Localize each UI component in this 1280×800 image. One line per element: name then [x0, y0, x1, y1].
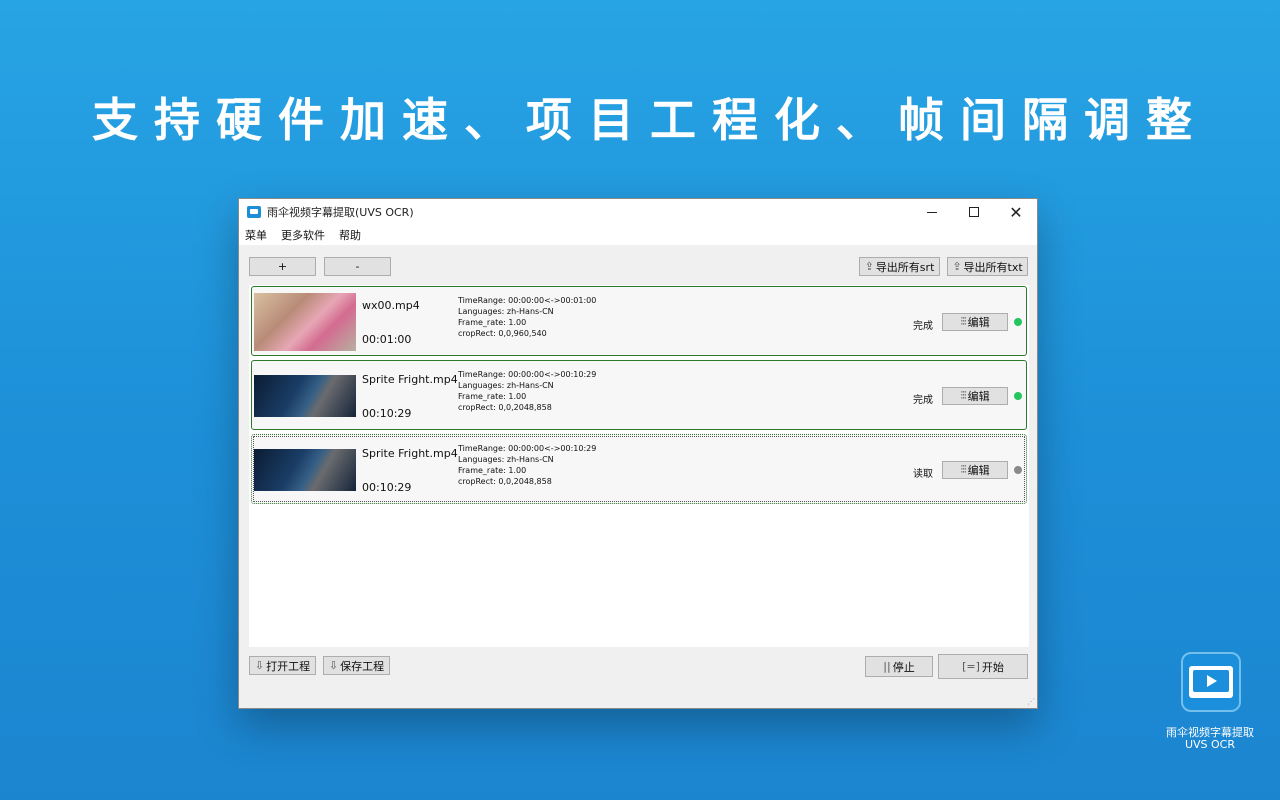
list-item[interactable]: Sprite Fright.mp4 00:10:29 TimeRange: 00…: [251, 360, 1027, 430]
window-controls: ✕: [911, 199, 1037, 225]
time-range: TimeRange: 00:00:00<->00:10:29: [458, 370, 597, 379]
languages: Languages: zh-Hans-CN: [458, 381, 554, 390]
maximize-button[interactable]: [953, 199, 995, 225]
duration: 00:10:29: [362, 481, 412, 494]
close-button[interactable]: ✕: [995, 199, 1037, 225]
list-item[interactable]: Sprite Fright.mp4 00:10:29 TimeRange: 00…: [251, 434, 1027, 504]
stop-button[interactable]: || 停止: [865, 656, 933, 677]
window-title: 雨伞视频字幕提取(UVS OCR): [267, 206, 414, 219]
export-srt-button[interactable]: ⇪ 导出所有srt: [859, 257, 940, 276]
video-meta: TimeRange: 00:00:00<->00:10:29 Languages…: [458, 443, 596, 487]
languages: Languages: zh-Hans-CN: [458, 307, 554, 316]
time-range: TimeRange: 00:00:00<->00:01:00: [458, 296, 597, 305]
frame-rate: Frame_rate: 1.00: [458, 466, 527, 475]
video-thumbnail: [254, 449, 356, 491]
headline: 支持硬件加速、项目工程化、帧间隔调整: [92, 93, 1208, 147]
time-range: TimeRange: 00:00:00<->00:10:29: [458, 444, 597, 453]
export-icon: ⇪: [952, 260, 962, 273]
menu-bar: 菜单 更多软件 帮助: [239, 225, 1037, 245]
brand-logo: [1181, 652, 1241, 712]
list-item[interactable]: wx00.mp4 00:01:00 TimeRange: 00:00:00<->…: [251, 286, 1027, 356]
add-button[interactable]: +: [249, 257, 316, 276]
app-window: 雨伞视频字幕提取(UVS OCR) ✕ 菜单 更多软件 帮助 + - ⇪ 导出所…: [238, 198, 1038, 709]
video-list: wx00.mp4 00:01:00 TimeRange: 00:00:00<->…: [249, 285, 1029, 647]
edit-button[interactable]: ⫶⫶⫶ 编辑: [942, 313, 1008, 331]
save-icon: ⇩: [328, 659, 339, 672]
toolbar: + - ⇪ 导出所有srt ⇪ 导出所有txt: [239, 245, 1037, 285]
title-bar[interactable]: 雨伞视频字幕提取(UVS OCR) ✕: [239, 199, 1037, 225]
menu-item-help[interactable]: 帮助: [339, 227, 361, 243]
open-folder-icon: ⇩: [254, 659, 265, 672]
menu-item-menu[interactable]: 菜单: [245, 227, 267, 243]
export-icon: ⇪: [864, 260, 874, 273]
video-meta: TimeRange: 00:00:00<->00:01:00 Languages…: [458, 295, 596, 339]
duration: 00:01:00: [362, 333, 412, 346]
pause-icon: ||: [883, 660, 891, 673]
status-text: 读取: [913, 469, 933, 480]
edit-button[interactable]: ⫶⫶⫶ 编辑: [942, 461, 1008, 479]
file-name: wx00.mp4: [362, 299, 420, 312]
remove-button[interactable]: -: [324, 257, 391, 276]
status-text: 完成: [913, 395, 933, 406]
play-screen-icon: [1189, 666, 1233, 698]
frame-rate: Frame_rate: 1.00: [458, 392, 527, 401]
video-thumbnail: [254, 375, 356, 417]
file-name: Sprite Fright.mp4: [362, 447, 458, 460]
export-txt-button[interactable]: ⇪ 导出所有txt: [947, 257, 1028, 276]
sliders-icon: ⫶⫶⫶: [960, 463, 966, 476]
resize-grip[interactable]: ⋰: [1027, 697, 1035, 706]
save-project-button[interactable]: ⇩ 保存工程: [323, 656, 390, 675]
languages: Languages: zh-Hans-CN: [458, 455, 554, 464]
crop-rect: cropRect: 0,0,2048,858: [458, 477, 552, 486]
video-thumbnail: [254, 293, 356, 351]
brand-subtitle: UVS OCR: [1184, 738, 1236, 751]
close-icon: ✕: [1009, 202, 1023, 222]
file-name: Sprite Fright.mp4: [362, 373, 458, 386]
sliders-icon: ⫶⫶⫶: [960, 315, 966, 328]
minimize-button[interactable]: [911, 199, 953, 225]
maximize-icon: [969, 207, 979, 217]
status-dot: [1014, 318, 1022, 326]
scan-icon: [=]: [962, 660, 980, 673]
status-dot: [1014, 392, 1022, 400]
duration: 00:10:29: [362, 407, 412, 420]
frame-rate: Frame_rate: 1.00: [458, 318, 527, 327]
start-button[interactable]: [=] 开始: [938, 654, 1028, 679]
status-dot: [1014, 466, 1022, 474]
edit-button[interactable]: ⫶⫶⫶ 编辑: [942, 387, 1008, 405]
status-text: 完成: [913, 321, 933, 332]
open-project-button[interactable]: ⇩ 打开工程: [249, 656, 316, 675]
minimize-icon: [927, 211, 937, 213]
video-meta: TimeRange: 00:00:00<->00:10:29 Languages…: [458, 369, 596, 413]
sliders-icon: ⫶⫶⫶: [960, 389, 966, 402]
menu-item-more-software[interactable]: 更多软件: [281, 227, 325, 243]
crop-rect: cropRect: 0,0,960,540: [458, 329, 547, 338]
crop-rect: cropRect: 0,0,2048,858: [458, 403, 552, 412]
app-icon: [247, 206, 261, 218]
